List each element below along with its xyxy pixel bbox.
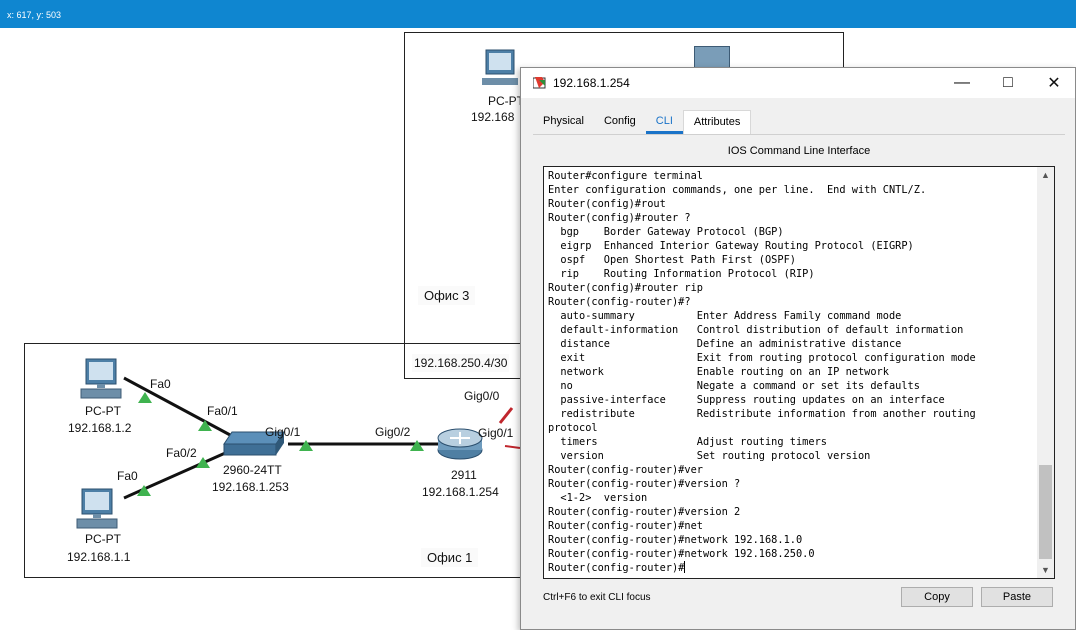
cli-line: Router(config-router)#network 192.168.1.… bbox=[548, 534, 803, 546]
pc-icon bbox=[76, 488, 118, 529]
cli-line: Router(config)#rout bbox=[548, 198, 666, 210]
cli-line: distance Define an administrative distan… bbox=[548, 338, 902, 350]
port-label-r-gig02: Gig0/2 bbox=[375, 425, 411, 439]
paste-button[interactable]: Paste bbox=[981, 587, 1053, 607]
port-label-sw-gig01: Gig0/1 bbox=[265, 425, 301, 439]
pc1-name: PC-PT bbox=[85, 404, 121, 418]
scroll-up-icon[interactable]: ▲ bbox=[1037, 167, 1054, 183]
router-name: 2911 bbox=[451, 468, 477, 482]
router-config-window[interactable]: 192.168.1.254 — □ ✕ Physical Config CLI … bbox=[520, 67, 1076, 630]
tab-config[interactable]: Config bbox=[593, 110, 646, 134]
switch-ip: 192.168.1.253 bbox=[212, 480, 289, 494]
device-top-right[interactable] bbox=[694, 46, 730, 68]
port-label-r-gig01: Gig0/1 bbox=[478, 426, 514, 440]
coordinate-bar: x: 617, y: 503 bbox=[0, 0, 1076, 28]
pc-top-name: PC-PT bbox=[488, 94, 524, 108]
cli-line: bgp Border Gateway Protocol (BGP) bbox=[548, 226, 784, 238]
port-label-pc1-fa0: Fa0 bbox=[150, 377, 171, 391]
cli-line: default-information Control distribution… bbox=[548, 324, 964, 336]
cli-line: rip Routing Information Protocol (RIP) bbox=[548, 268, 815, 280]
cli-line: passive-interface Suppress routing updat… bbox=[548, 394, 945, 406]
cli-line: Router(config-router)#net bbox=[548, 520, 703, 532]
link-status-up-icon bbox=[299, 440, 313, 451]
router-ip: 192.168.1.254 bbox=[422, 485, 499, 499]
cli-line: auto-summary Enter Address Family comman… bbox=[548, 310, 902, 322]
cli-line: Router(config-router)#version 2 bbox=[548, 506, 741, 518]
tab-physical[interactable]: Physical bbox=[533, 110, 594, 134]
cli-panel: IOS Command Line Interface Router#config… bbox=[533, 134, 1065, 614]
cli-line: eigrp Enhanced Interior Gateway Routing … bbox=[548, 240, 914, 252]
minimize-icon[interactable]: — bbox=[939, 68, 985, 98]
cli-line: Router(config-router)#? bbox=[548, 296, 691, 308]
pc-icon bbox=[482, 49, 518, 85]
pc2-ip: 192.168.1.1 bbox=[67, 550, 131, 564]
scroll-thumb[interactable] bbox=[1039, 465, 1052, 559]
cli-line: Router(config)#router rip bbox=[548, 282, 703, 294]
pc2-name: PC-PT bbox=[85, 532, 121, 546]
pc-icon bbox=[80, 358, 122, 399]
link-status-up-icon bbox=[198, 420, 212, 431]
cli-line: Router(config-router)#ver bbox=[548, 464, 703, 476]
cli-line: Router(config-router)#network 192.168.25… bbox=[548, 548, 815, 560]
switch-name: 2960-24TT bbox=[223, 463, 282, 477]
close-icon[interactable]: ✕ bbox=[1031, 68, 1076, 98]
cli-output[interactable]: Router#configure terminal Enter configura… bbox=[548, 169, 1036, 577]
cli-line: Router(config-router)#version ? bbox=[548, 478, 741, 490]
cli-console[interactable]: Router#configure terminal Enter configura… bbox=[543, 166, 1055, 579]
cli-line: timers Adjust routing timers bbox=[548, 436, 827, 448]
cli-line: Router(config-router)# bbox=[548, 561, 686, 574]
cli-heading: IOS Command Line Interface bbox=[727, 145, 871, 157]
cli-line: protocol bbox=[548, 422, 598, 434]
packet-tracer-icon bbox=[533, 77, 546, 89]
window-title: 192.168.1.254 bbox=[553, 76, 630, 90]
cli-scrollbar[interactable]: ▲ ▼ bbox=[1037, 167, 1054, 578]
maximize-icon[interactable]: □ bbox=[985, 68, 1031, 98]
copy-button[interactable]: Copy bbox=[901, 587, 973, 607]
router[interactable] bbox=[436, 426, 484, 462]
port-label-sw-fa01: Fa0/1 bbox=[207, 404, 238, 418]
cli-line: no Negate a command or set its defaults bbox=[548, 380, 920, 392]
cli-line: Router(config)#router ? bbox=[548, 212, 691, 224]
pc1[interactable] bbox=[80, 358, 122, 400]
cli-line: exit Exit from routing protocol configur… bbox=[548, 352, 976, 364]
cli-line: Router#configure terminal bbox=[548, 170, 703, 182]
port-label-sw-fa02: Fa0/2 bbox=[166, 446, 197, 460]
cli-line: version Set routing protocol version bbox=[548, 450, 871, 462]
cli-line: redistribute Redistribute information fr… bbox=[548, 408, 976, 420]
port-label-r-gig00: Gig0/0 bbox=[464, 389, 500, 403]
cli-focus-hint: Ctrl+F6 to exit CLI focus bbox=[543, 592, 651, 603]
window-titlebar[interactable]: 192.168.1.254 — □ ✕ bbox=[521, 68, 1075, 98]
cli-line: Enter configuration commands, one per li… bbox=[548, 184, 927, 196]
scroll-down-icon[interactable]: ▼ bbox=[1037, 562, 1054, 578]
tab-cli[interactable]: CLI bbox=[645, 110, 683, 134]
pc1-ip: 192.168.1.2 bbox=[68, 421, 132, 435]
port-label-pc2-fa0: Fa0 bbox=[117, 469, 138, 483]
link-status-up-icon bbox=[137, 485, 151, 496]
tab-attributes[interactable]: Attributes bbox=[682, 110, 752, 134]
pc2[interactable] bbox=[76, 488, 118, 530]
text-cursor bbox=[684, 561, 686, 573]
coordinate-readout: x: 617, y: 503 bbox=[7, 10, 62, 20]
tab-bar: Physical Config CLI Attributes bbox=[533, 110, 752, 134]
pc-top[interactable] bbox=[480, 48, 520, 88]
router-icon bbox=[437, 428, 483, 460]
link-status-up-icon bbox=[138, 392, 152, 403]
cli-line: network Enable routing on an IP network bbox=[548, 366, 889, 378]
link-status-up-icon bbox=[410, 440, 424, 451]
pc-top-ip: 192.168 bbox=[471, 110, 515, 124]
cli-line: <1-2> version bbox=[548, 492, 648, 504]
cli-line: ospf Open Shortest Path First (OSPF) bbox=[548, 254, 796, 266]
link-status-up-icon bbox=[196, 457, 210, 468]
